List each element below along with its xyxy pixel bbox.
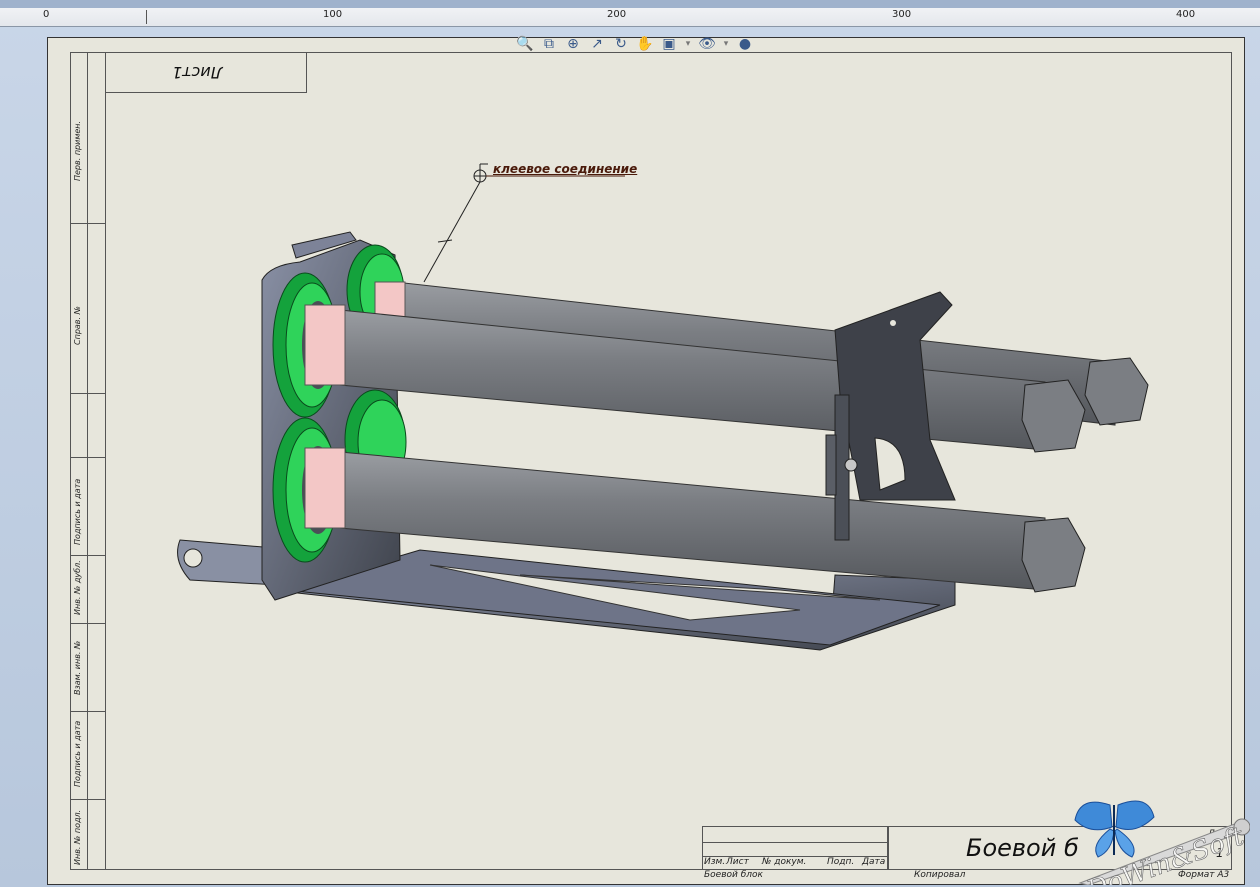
- copied-label: Копировал: [914, 870, 966, 880]
- col-list: Лист: [726, 857, 749, 867]
- col-izm: Изм.: [704, 857, 726, 867]
- butterfly-logo: DoWin&Soft: [1074, 800, 1250, 885]
- callout-adhesive-joint[interactable]: клеевое соединение: [493, 162, 637, 176]
- designation: Боевой блок: [704, 870, 763, 880]
- col-data: Дата: [862, 857, 886, 867]
- model-view[interactable]: [0, 0, 1260, 887]
- col-dokum: № докум.: [762, 857, 807, 867]
- col-podp: Подп.: [827, 857, 855, 867]
- callout-leader: [423, 163, 625, 283]
- drawing-title: Боевой б: [966, 834, 1079, 862]
- revision-row: [702, 842, 888, 843]
